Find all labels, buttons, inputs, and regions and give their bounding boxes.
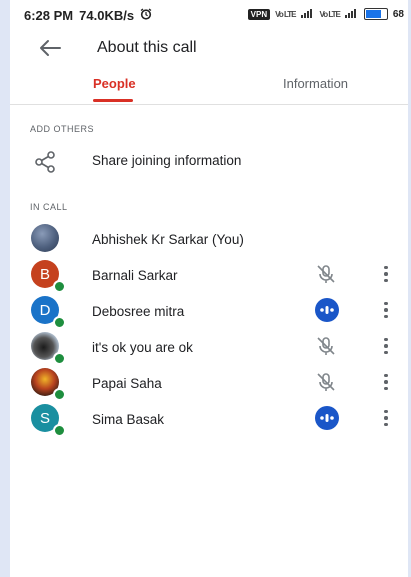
participant-name: Sima Basak — [92, 412, 165, 427]
participant-name: Papai Saha — [92, 376, 162, 391]
lte-label-2: Vo LTE — [319, 9, 341, 19]
more-options-icon[interactable] — [380, 370, 392, 394]
signal-icon-1 — [300, 8, 315, 20]
participant-row[interactable]: Abhishek Kr Sarkar (You) — [10, 222, 408, 258]
share-icon — [30, 147, 60, 177]
participant-row[interactable]: it's ok you are ok — [10, 330, 408, 366]
participant-row[interactable]: B Barnali Sarkar — [10, 258, 408, 294]
share-joining-info-row[interactable]: Share joining information — [10, 143, 408, 179]
presence-dot — [53, 388, 66, 401]
participant-row[interactable]: S Sima Basak — [10, 402, 408, 438]
arrow-left-icon[interactable] — [38, 38, 62, 58]
participant-row[interactable]: D Debosree mitra — [10, 294, 408, 330]
mic-off-icon[interactable] — [315, 371, 337, 393]
battery-icon — [363, 8, 388, 20]
mic-off-icon[interactable] — [315, 263, 337, 285]
presence-dot — [53, 352, 66, 365]
active-tab-indicator — [93, 99, 133, 102]
speaking-indicator-icon[interactable] — [315, 406, 339, 430]
battery-percent: 68 — [392, 8, 404, 20]
status-right: VPN Vo LTE Vo LTE 68 — [247, 8, 404, 20]
tab-bar: People Information — [10, 66, 408, 105]
more-options-icon[interactable] — [380, 298, 392, 322]
participant-name: Debosree mitra — [92, 304, 185, 319]
battery-fill — [365, 10, 381, 18]
participant-name: Barnali Sarkar — [92, 268, 178, 283]
participant-name: Abhishek Kr Sarkar (You) — [92, 232, 244, 247]
status-time: 6:28 PM — [24, 8, 74, 23]
page-title: About this call — [97, 39, 197, 56]
tab-people[interactable]: People — [93, 76, 136, 91]
more-options-icon[interactable] — [380, 406, 392, 430]
vpn-badge: VPN — [247, 8, 271, 20]
share-joining-info-label: Share joining information — [92, 153, 242, 168]
signal-icon-2 — [344, 8, 359, 20]
section-label-add-others: ADD OTHERS — [30, 124, 95, 134]
status-bar: 6:28 PM 74.0KB/s VPN Vo LTE Vo LTE 68 — [10, 0, 408, 30]
participant-row[interactable]: Papai Saha — [10, 366, 408, 402]
presence-dot — [53, 316, 66, 329]
tab-information[interactable]: Information — [283, 76, 348, 91]
presence-dot — [53, 280, 66, 293]
more-options-icon[interactable] — [380, 334, 392, 358]
presence-dot — [53, 424, 66, 437]
section-label-in-call: IN CALL — [30, 202, 68, 212]
more-options-icon[interactable] — [380, 262, 392, 286]
alarm-icon — [140, 8, 152, 23]
status-speed: 74.0KB/s — [79, 8, 135, 23]
avatar — [31, 224, 59, 252]
status-left: 6:28 PM 74.0KB/s — [24, 8, 152, 23]
lte-label-1: Vo LTE — [275, 9, 296, 19]
speaking-indicator-icon[interactable] — [315, 298, 339, 322]
phone-screen: 6:28 PM 74.0KB/s VPN Vo LTE Vo LTE 68 Ab… — [10, 0, 408, 577]
app-bar: About this call — [10, 30, 408, 66]
participant-name: it's ok you are ok — [92, 340, 193, 355]
mic-off-icon[interactable] — [315, 335, 337, 357]
